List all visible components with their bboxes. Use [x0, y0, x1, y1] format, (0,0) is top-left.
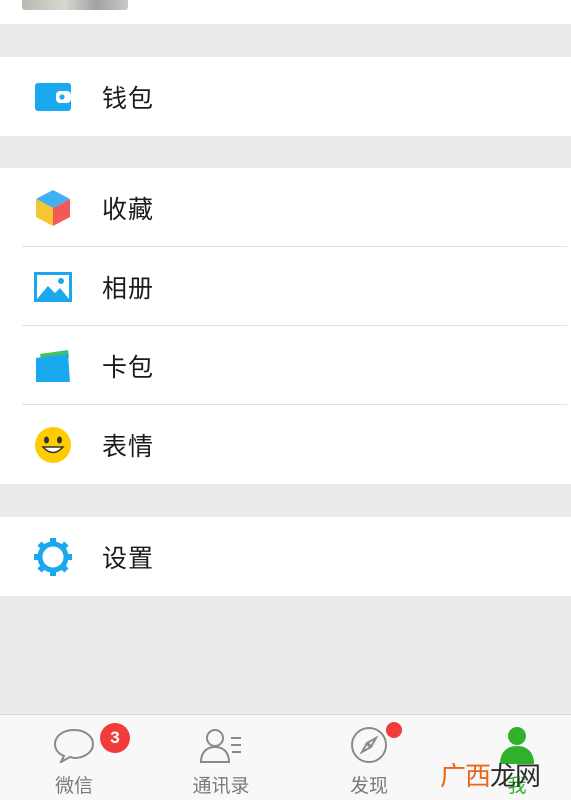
chat-bubble-icon	[52, 723, 96, 767]
menu-item-label: 钱包	[102, 83, 155, 113]
watermark: 广西龙网	[440, 756, 541, 793]
contacts-icon	[199, 723, 243, 767]
menu-item-label: 表情	[102, 431, 155, 461]
unread-badge: 3	[100, 723, 130, 753]
album-picture-icon	[33, 267, 73, 307]
favorites-cube-icon	[33, 188, 73, 228]
tab-contacts[interactable]: 通讯录	[161, 715, 281, 800]
menu-item-album[interactable]: 相册	[0, 247, 571, 326]
menu-item-label: 相册	[102, 273, 155, 303]
profile-card-partial[interactable]	[0, 0, 571, 24]
avatar	[22, 0, 128, 10]
menu-item-label: 收藏	[102, 194, 155, 224]
smiley-face-icon	[33, 425, 73, 465]
menu-item-label: 设置	[102, 543, 155, 573]
watermark-part2: 龙网	[490, 762, 541, 792]
menu-item-stickers[interactable]: 表情	[0, 405, 571, 484]
discover-red-dot	[386, 722, 402, 738]
tab-discover[interactable]: 发现	[309, 715, 429, 800]
tab-wechat[interactable]: 3 微信	[14, 715, 134, 800]
menu-item-wallet[interactable]: 钱包	[0, 57, 571, 136]
menu-item-card-pack[interactable]: 卡包	[0, 326, 571, 405]
wallet-icon	[33, 77, 73, 117]
gear-icon	[33, 537, 73, 577]
watermark-part1: 广西	[440, 762, 491, 792]
tab-label: 通讯录	[192, 775, 250, 797]
wallet-group: 钱包	[0, 57, 571, 136]
tab-label: 发现	[349, 775, 388, 797]
menu-item-favorites[interactable]: 收藏	[0, 168, 571, 247]
collection-group: 收藏 相册 卡包 表情	[0, 168, 571, 484]
menu-item-settings[interactable]: 设置	[0, 517, 571, 596]
compass-icon	[347, 723, 391, 767]
menu-item-label: 卡包	[102, 352, 155, 382]
settings-group: 设置	[0, 517, 571, 596]
card-pack-icon	[33, 346, 73, 386]
tab-label: 微信	[54, 775, 93, 797]
